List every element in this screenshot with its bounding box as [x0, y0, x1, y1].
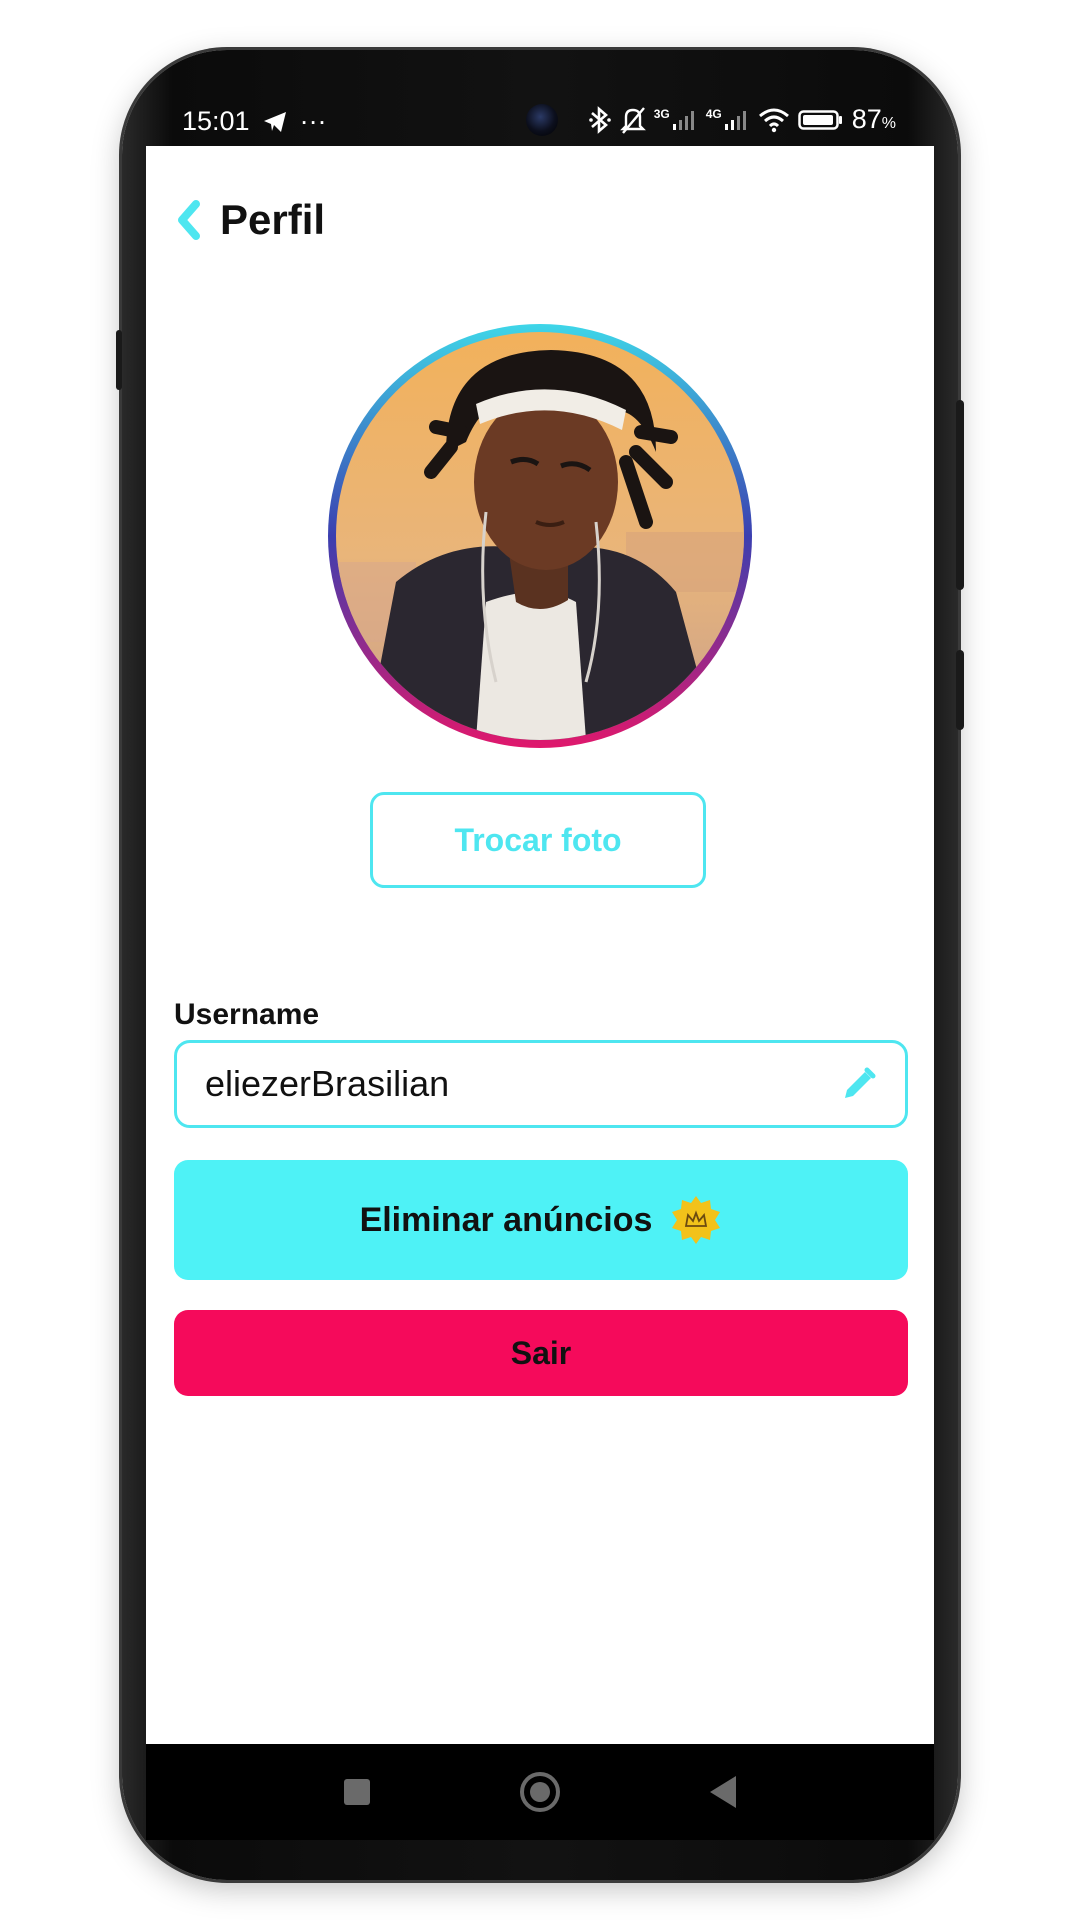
- bluetooth-icon: [588, 105, 611, 134]
- username-value[interactable]: eliezerBrasilian: [205, 1063, 449, 1105]
- page-title: Perfil: [220, 196, 326, 243]
- logout-button[interactable]: Sair: [174, 1310, 908, 1396]
- change-photo-button[interactable]: Trocar foto: [370, 792, 706, 888]
- username-label: Username: [174, 998, 320, 1031]
- avatar[interactable]: [336, 332, 744, 740]
- battery-icon: [797, 109, 842, 130]
- navigation-bar: [146, 1744, 934, 1840]
- network-4g-label: 4G: [705, 106, 722, 121]
- avatar-ring: [328, 324, 752, 748]
- battery-percent: 87: [851, 104, 882, 134]
- more-notifications: ···: [299, 106, 327, 136]
- home-icon[interactable]: [520, 1772, 560, 1812]
- stage: 15:01 ··· 3G 4G 87% Perfil Trocar foto U…: [0, 0, 1080, 1920]
- app-screen: Perfil Trocar foto Username eliezerBrasi…: [146, 146, 934, 1744]
- status-left: 15:01 ···: [182, 106, 327, 137]
- crown-badge-icon: [672, 1196, 721, 1244]
- signal-icon-2: [724, 110, 746, 130]
- network-3g-label: 3G: [653, 106, 670, 121]
- back-nav-icon[interactable]: [710, 1776, 736, 1808]
- status-right: 3G 4G 87%: [588, 104, 896, 135]
- pencil-icon[interactable]: [841, 1066, 877, 1102]
- signal-icon-1: [672, 110, 694, 130]
- muted-bell-icon: [619, 106, 646, 134]
- power-button: [956, 650, 964, 730]
- front-camera: [526, 104, 558, 136]
- volume-button: [956, 400, 964, 590]
- remove-ads-button[interactable]: Eliminar anúncios: [174, 1160, 908, 1280]
- app-header: Perfil: [176, 196, 325, 244]
- remove-ads-label: Eliminar anúncios: [359, 1200, 653, 1239]
- status-time: 15:01: [182, 106, 250, 136]
- avatar-illustration: [336, 332, 744, 740]
- status-bar: 15:01 ··· 3G 4G 87%: [146, 92, 934, 146]
- wifi-icon: [758, 108, 789, 132]
- recent-apps-icon[interactable]: [344, 1779, 370, 1805]
- home-icon-inner: [530, 1782, 550, 1802]
- back-chevron-icon[interactable]: [176, 200, 202, 240]
- telegram-icon: [263, 111, 286, 132]
- username-field[interactable]: eliezerBrasilian: [174, 1040, 908, 1128]
- battery-unit: %: [881, 115, 896, 132]
- battery-level: 87%: [852, 104, 896, 135]
- left-side-button: [116, 330, 122, 390]
